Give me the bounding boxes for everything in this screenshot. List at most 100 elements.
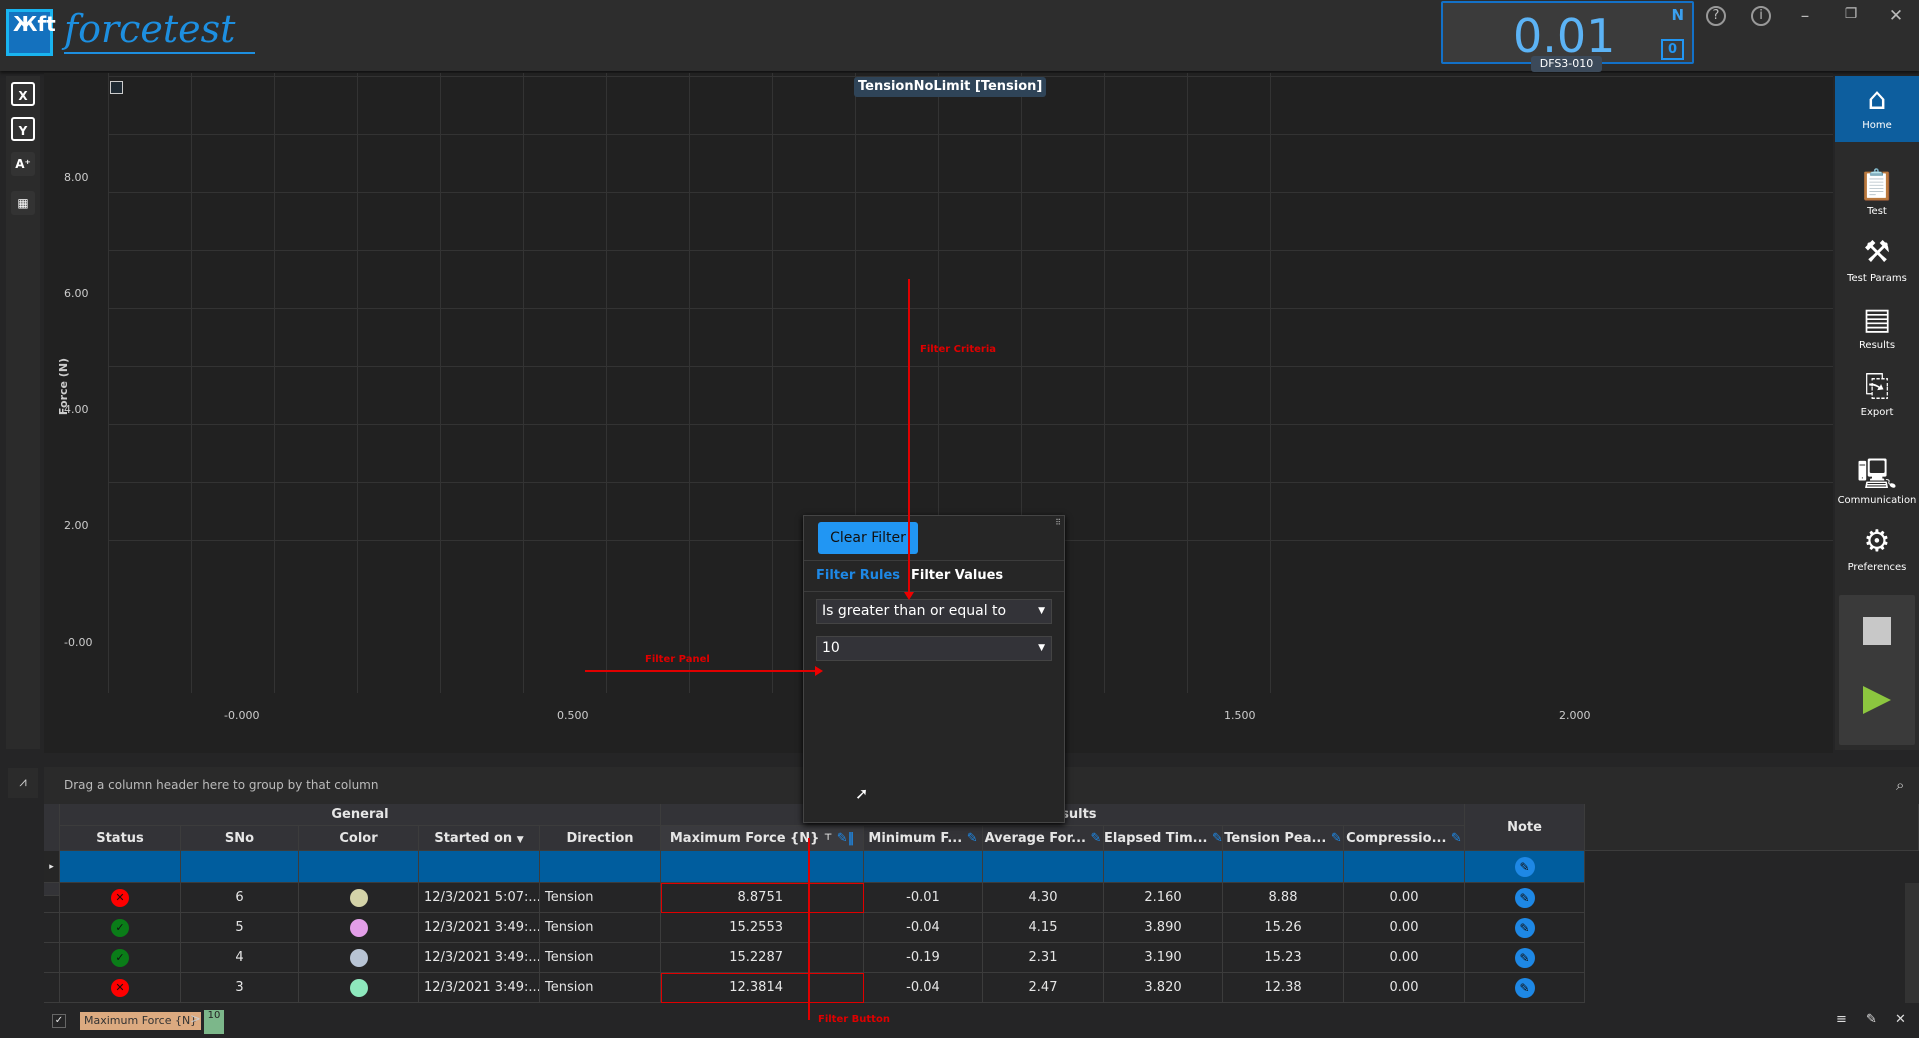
nav-home[interactable]: ⌂ Home bbox=[1835, 76, 1919, 142]
filter-enabled-checkbox[interactable]: ✓ bbox=[52, 1014, 66, 1028]
filter-icon[interactable]: ⊤ bbox=[824, 833, 832, 843]
search-icon[interactable]: ⌕ bbox=[1896, 767, 1904, 804]
x-tick-label: -0.000 bbox=[224, 709, 260, 722]
clear-filter-icon[interactable]: ✕ bbox=[1895, 1012, 1906, 1027]
column-header[interactable]: Compressio... ✎ bbox=[1344, 826, 1465, 851]
row-indicator[interactable] bbox=[44, 883, 60, 913]
column-header[interactable]: Started on ▼ bbox=[419, 826, 540, 851]
column-header-label: Average For... bbox=[984, 831, 1086, 846]
row-indicator[interactable] bbox=[44, 973, 60, 1003]
new-row-cell[interactable] bbox=[1223, 851, 1344, 883]
chevron-down-icon: ▼ bbox=[1038, 606, 1045, 616]
edit-column-icon[interactable]: ✎ bbox=[967, 831, 978, 846]
column-header[interactable]: Minimum F... ✎ bbox=[864, 826, 983, 851]
edit-icon[interactable]: ✎ bbox=[1866, 1012, 1877, 1027]
select-checkbox[interactable] bbox=[110, 81, 123, 94]
vertical-scrollbar[interactable] bbox=[1905, 883, 1919, 1003]
annotation-filter-button: Filter Button bbox=[818, 1014, 890, 1025]
column-header[interactable]: SNo bbox=[181, 826, 299, 851]
edit-column-icon[interactable]: ✎ bbox=[1451, 831, 1462, 846]
new-row-cell[interactable] bbox=[1344, 851, 1465, 883]
filter-value-chip[interactable]: 10 bbox=[204, 1010, 224, 1034]
edit-column-icon[interactable]: ✎‖ bbox=[832, 831, 854, 846]
column-header[interactable]: Tension Pea... ✎ bbox=[1223, 826, 1344, 851]
status-cell: ✕ bbox=[60, 883, 181, 913]
filter-field-chip[interactable]: Maximum Force {N} bbox=[80, 1012, 202, 1030]
sort-icon[interactable]: ▼ bbox=[517, 835, 524, 845]
column-header[interactable]: Elapsed Tim... ✎ bbox=[1104, 826, 1223, 851]
arrow-head-icon bbox=[904, 592, 914, 600]
column-header[interactable]: Maximum Force {N} ⊤ ✎‖ bbox=[661, 826, 864, 851]
edit-note-icon[interactable]: ✎ bbox=[1514, 977, 1535, 998]
resize-grip-icon[interactable]: ⠿ bbox=[1055, 518, 1061, 527]
note-cell[interactable]: ✎ bbox=[1465, 973, 1585, 1003]
new-row-cell[interactable] bbox=[540, 851, 661, 883]
edit-note-icon[interactable]: ✎ bbox=[1514, 856, 1535, 877]
tab-filter-rules[interactable]: Filter Rules bbox=[816, 568, 900, 583]
edit-note-icon[interactable]: ✎ bbox=[1514, 947, 1535, 968]
filter-operator-select[interactable]: Is greater than or equal to ▼ bbox=[816, 599, 1052, 624]
info-icon[interactable]: i bbox=[1751, 6, 1771, 26]
new-row-cell[interactable] bbox=[864, 851, 983, 883]
table-icon[interactable]: ▦ bbox=[11, 191, 35, 215]
edit-note-icon[interactable]: ✎ bbox=[1514, 887, 1535, 908]
nav-results[interactable]: ▤ Results bbox=[1835, 300, 1919, 351]
column-header[interactable]: Status bbox=[60, 826, 181, 851]
gridline bbox=[1270, 73, 1271, 693]
edit-note-icon[interactable]: ✎ bbox=[1514, 917, 1535, 938]
chart-toggle-icon[interactable]: ⩘ bbox=[8, 768, 38, 798]
row-indicator[interactable]: ▸ bbox=[44, 851, 60, 883]
zero-button[interactable]: 0 bbox=[1661, 39, 1684, 60]
fail-icon: ✕ bbox=[111, 888, 129, 907]
row-indicator[interactable] bbox=[44, 913, 60, 943]
menu-icon[interactable]: ≡ bbox=[1836, 1012, 1847, 1027]
edit-column-icon[interactable]: ✎ bbox=[1091, 831, 1102, 846]
clear-filter-button[interactable]: Clear Filter bbox=[818, 522, 918, 554]
gridline bbox=[523, 73, 524, 693]
unit-label[interactable]: N bbox=[1671, 6, 1684, 24]
help-icon[interactable]: ? bbox=[1706, 6, 1726, 26]
elapsed-cell: 2.160 bbox=[1104, 883, 1223, 913]
restore-button[interactable]: ❐ bbox=[1838, 6, 1864, 22]
play-icon[interactable] bbox=[1863, 686, 1891, 714]
close-button[interactable]: ✕ bbox=[1883, 6, 1909, 26]
new-row-cell[interactable] bbox=[60, 851, 181, 883]
note-cell[interactable]: ✎ bbox=[1465, 883, 1585, 913]
color-cell bbox=[299, 913, 419, 943]
nav-test-params[interactable]: ⚒ Test Params bbox=[1835, 233, 1919, 284]
nav-export[interactable]: ⎘ Export bbox=[1835, 367, 1919, 418]
column-header-label: Color bbox=[339, 831, 378, 846]
edit-column-icon[interactable]: ✎ bbox=[1331, 831, 1342, 846]
y-axis-icon[interactable]: Y bbox=[11, 117, 35, 141]
nav-preferences[interactable]: ⚙ Preferences bbox=[1835, 522, 1919, 573]
started-cell: 12/3/2021 3:49:... bbox=[419, 913, 540, 943]
color-swatch bbox=[349, 978, 368, 997]
new-row-cell[interactable] bbox=[299, 851, 419, 883]
column-header-note[interactable]: Note bbox=[1465, 804, 1585, 851]
new-row-cell[interactable] bbox=[419, 851, 540, 883]
new-row-cell[interactable] bbox=[983, 851, 1104, 883]
x-axis-icon[interactable]: X bbox=[11, 82, 35, 106]
filter-value-input[interactable]: 10 ▼ bbox=[816, 636, 1052, 661]
color-cell bbox=[299, 943, 419, 973]
note-cell[interactable]: ✎ bbox=[1465, 913, 1585, 943]
started-cell: 12/3/2021 3:49:... bbox=[419, 943, 540, 973]
new-row-cell[interactable] bbox=[181, 851, 299, 883]
minimize-button[interactable]: – bbox=[1792, 6, 1818, 26]
new-row-cell[interactable]: ✎ bbox=[1465, 851, 1585, 883]
tab-filter-values[interactable]: Filter Values bbox=[911, 568, 1003, 583]
new-row-cell[interactable] bbox=[661, 851, 864, 883]
nav-communication[interactable]: 🖳 Communication bbox=[1835, 455, 1919, 506]
column-header[interactable]: Average For... ✎ bbox=[983, 826, 1104, 851]
font-size-icon[interactable]: A⁺ bbox=[11, 152, 35, 176]
nav-test[interactable]: 📋 Test bbox=[1835, 166, 1919, 217]
preferences-icon: ⚙ bbox=[1863, 524, 1891, 559]
column-header[interactable]: Color bbox=[299, 826, 419, 851]
row-indicator[interactable] bbox=[44, 943, 60, 973]
note-cell[interactable]: ✎ bbox=[1465, 943, 1585, 973]
min-cell: -0.04 bbox=[864, 973, 983, 1003]
edit-column-icon[interactable]: ✎ bbox=[1212, 831, 1222, 846]
stop-icon[interactable] bbox=[1863, 617, 1891, 645]
new-row-cell[interactable] bbox=[1104, 851, 1223, 883]
column-header[interactable]: Direction bbox=[540, 826, 661, 851]
